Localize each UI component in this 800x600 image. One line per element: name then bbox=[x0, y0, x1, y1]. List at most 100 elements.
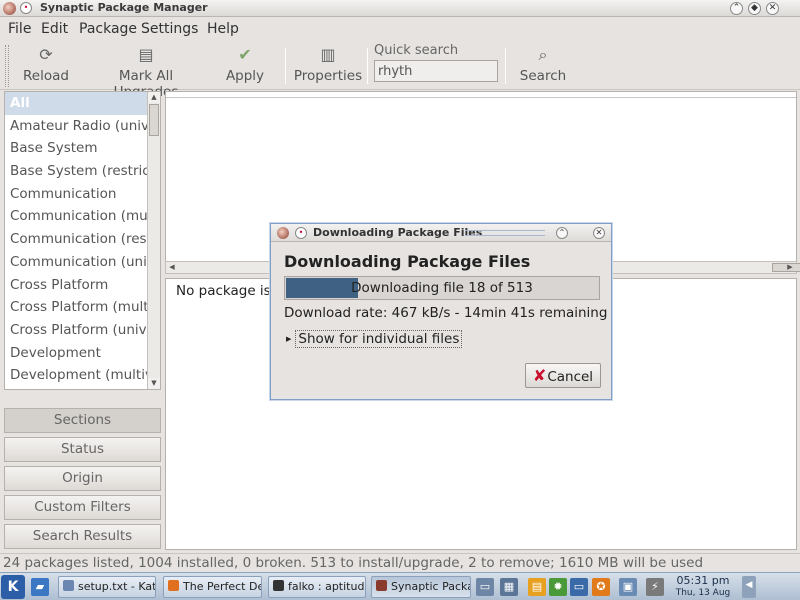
individual-files-expander[interactable]: ▶ Show for individual files bbox=[286, 330, 463, 348]
cancel-icon: ✘ bbox=[532, 366, 547, 385]
section-item[interactable]: Development (multiverse) bbox=[5, 364, 160, 387]
apply-button[interactable]: ✔ Apply bbox=[222, 45, 268, 85]
dialog-title: Downloading Package Files bbox=[313, 226, 483, 239]
scroll-right-icon[interactable]: ▶ bbox=[784, 262, 796, 273]
apply-label: Apply bbox=[225, 68, 265, 84]
quick-search-input[interactable] bbox=[374, 60, 498, 82]
download-progress-bar: Downloading file 18 of 513 bbox=[284, 276, 600, 300]
properties-icon: ▥ bbox=[320, 45, 336, 64]
task-label: setup.txt - Kate bbox=[78, 580, 156, 593]
clipboard-icon[interactable]: ▤ bbox=[528, 578, 546, 596]
task-kate[interactable]: setup.txt - Kate bbox=[58, 576, 156, 598]
minimize-icon[interactable]: ⌃ bbox=[730, 2, 743, 15]
scroll-left-icon[interactable]: ◀ bbox=[166, 262, 178, 273]
section-item[interactable]: Amateur Radio (universe) bbox=[5, 115, 160, 138]
reload-button[interactable]: ⟳ Reload bbox=[22, 45, 70, 85]
section-item[interactable]: All bbox=[5, 92, 160, 115]
task-label: Synaptic Package Manager bbox=[391, 580, 470, 593]
menu-settings[interactable]: Settings bbox=[141, 21, 198, 37]
section-item[interactable]: Communication (restricted) bbox=[5, 228, 160, 251]
search-label: Search bbox=[519, 68, 567, 84]
toolbar-separator bbox=[285, 48, 286, 84]
section-item[interactable]: Communication (multiverse) bbox=[5, 205, 160, 228]
trash-icon[interactable]: ▭ bbox=[476, 578, 494, 596]
sections-scrollbar[interactable]: ▲ ▼ bbox=[147, 92, 160, 389]
menu-help[interactable]: Help bbox=[207, 21, 239, 37]
mark-upgrades-icon: ▤ bbox=[138, 45, 154, 64]
scroll-up-icon[interactable]: ▲ bbox=[148, 92, 160, 103]
window-title: Synaptic Package Manager bbox=[40, 1, 208, 14]
section-item[interactable]: Base System (restricted) bbox=[5, 160, 160, 183]
toolbar-grip[interactable] bbox=[5, 45, 9, 87]
section-item[interactable]: Development bbox=[5, 342, 160, 365]
titlebar-decoration bbox=[465, 230, 545, 236]
task-browser[interactable]: The Perfect Desktop bbox=[163, 576, 262, 598]
task-synaptic[interactable]: Synaptic Package Manager bbox=[371, 576, 471, 598]
kate-icon bbox=[63, 580, 74, 591]
scrollbar-thumb[interactable] bbox=[149, 104, 159, 136]
expander-arrow-icon: ▶ bbox=[286, 335, 292, 343]
network-icon[interactable]: ⚡ bbox=[646, 578, 664, 596]
task-label: The Perfect Desktop bbox=[183, 580, 261, 593]
cancel-button[interactable]: ✘Cancel bbox=[525, 363, 601, 388]
close-icon[interactable]: ✕ bbox=[593, 227, 605, 239]
maximize-icon[interactable]: ◆ bbox=[748, 2, 761, 15]
menu-file[interactable]: File bbox=[8, 21, 31, 37]
search-icon: ⌕ bbox=[538, 45, 548, 64]
printer-icon[interactable]: ▣ bbox=[619, 578, 637, 596]
scroll-down-icon[interactable]: ▼ bbox=[148, 378, 160, 389]
sections-list[interactable]: AllAmateur Radio (universe)Base SystemBa… bbox=[4, 91, 161, 390]
synaptic-app-icon[interactable] bbox=[3, 2, 16, 15]
toolbar-separator bbox=[367, 48, 368, 84]
desktop-switcher-icon[interactable]: ▦ bbox=[500, 578, 518, 596]
expander-label: Show for individual files bbox=[295, 330, 463, 348]
panel-arrow-icon[interactable]: ◀ bbox=[742, 576, 756, 598]
search-results-button[interactable]: Search Results bbox=[4, 524, 161, 549]
home-folder-icon[interactable]: ▰ bbox=[31, 578, 49, 596]
reload-icon: ⟳ bbox=[39, 45, 53, 64]
cancel-label: Cancel bbox=[547, 369, 594, 385]
toolbar-separator bbox=[505, 48, 506, 84]
menu-edit[interactable]: Edit bbox=[41, 21, 68, 37]
download-rate: Download rate: 467 kB/s - 14min 41s rema… bbox=[284, 305, 608, 321]
kde-menu-button[interactable]: K bbox=[1, 575, 25, 599]
task-label: falko : aptitude bbox=[288, 580, 366, 593]
updater-icon[interactable]: ✪ bbox=[592, 578, 610, 596]
clock-date: Thu, 13 Aug bbox=[675, 588, 731, 598]
monitor-icon[interactable]: ▭ bbox=[570, 578, 588, 596]
menu-package[interactable]: Package bbox=[79, 21, 137, 37]
section-item[interactable]: Communication bbox=[5, 183, 160, 206]
section-item[interactable]: Cross Platform bbox=[5, 274, 160, 297]
search-button[interactable]: ⌕ Search bbox=[516, 45, 570, 85]
checkmark-icon: ✔ bbox=[238, 45, 252, 64]
properties-button[interactable]: ▥ Properties bbox=[293, 45, 363, 85]
terminal-icon bbox=[273, 580, 284, 591]
window-menu-icon[interactable]: • bbox=[295, 227, 307, 239]
section-item[interactable]: Cross Platform (universe) bbox=[5, 319, 160, 342]
section-item[interactable]: Communication (universe) bbox=[5, 251, 160, 274]
origin-filter-button[interactable]: Origin bbox=[4, 466, 161, 491]
reload-label: Reload bbox=[23, 68, 69, 84]
section-item[interactable]: Cross Platform (multiverse) bbox=[5, 296, 160, 319]
status-filter-button[interactable]: Status bbox=[4, 437, 161, 462]
window-titlebar: • Synaptic Package Manager ⌃ ◆ ✕ bbox=[0, 0, 800, 17]
custom-filters-button[interactable]: Custom Filters bbox=[4, 495, 161, 520]
progress-text: Downloading file 18 of 513 bbox=[351, 280, 533, 296]
close-icon[interactable]: ✕ bbox=[766, 2, 779, 15]
dialog-titlebar[interactable]: • Downloading Package Files ⌃ ✕ bbox=[271, 224, 611, 242]
shade-icon[interactable]: ⌃ bbox=[556, 227, 568, 239]
package-list-header[interactable] bbox=[166, 92, 796, 98]
download-dialog: • Downloading Package Files ⌃ ✕ Download… bbox=[270, 223, 612, 400]
menubar: File Edit Package Settings Help bbox=[0, 18, 800, 40]
quick-search-label: Quick search bbox=[374, 43, 459, 58]
taskbar-clock[interactable]: 05:31 pm Thu, 13 Aug bbox=[668, 574, 738, 600]
properties-label: Properties bbox=[293, 68, 363, 84]
section-item[interactable]: Base System bbox=[5, 137, 160, 160]
synaptic-app-icon bbox=[277, 227, 289, 239]
window-menu-icon[interactable]: • bbox=[20, 2, 32, 14]
taskbar: K ▰ setup.txt - Kate The Perfect Desktop… bbox=[0, 572, 800, 600]
sections-filter-button[interactable]: Sections bbox=[4, 408, 161, 433]
task-terminal[interactable]: falko : aptitude bbox=[268, 576, 366, 598]
synaptic-icon bbox=[376, 580, 387, 591]
settings-gear-icon[interactable]: ✹ bbox=[549, 578, 567, 596]
